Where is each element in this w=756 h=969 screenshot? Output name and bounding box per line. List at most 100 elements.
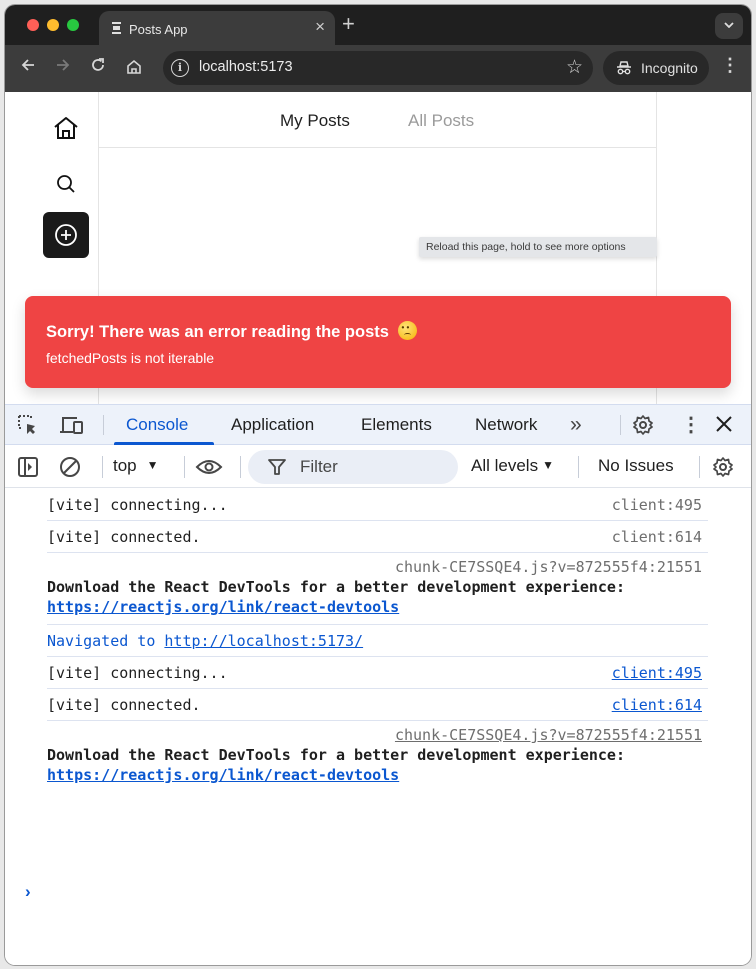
- back-button[interactable]: [17, 57, 39, 78]
- context-value: top: [113, 456, 137, 475]
- sidebar-item-search[interactable]: [43, 161, 89, 207]
- filter-input[interactable]: [300, 450, 450, 484]
- message-text: [vite] connected.: [47, 696, 201, 714]
- browser-tab[interactable]: Posts App ×: [99, 11, 335, 45]
- live-expression-eye-icon[interactable]: [195, 458, 223, 481]
- filter-funnel-icon: [268, 458, 286, 481]
- console-message: [vite] connected. client:614: [47, 521, 708, 553]
- tab-strip: Posts App × +: [5, 5, 751, 45]
- devtools-link[interactable]: https://reactjs.org/link/react-devtools: [47, 766, 399, 784]
- devtools-menu-icon[interactable]: ⋮: [681, 412, 701, 437]
- console-log: [vite] connecting... client:495 [vite] c…: [5, 489, 751, 901]
- divider: [102, 456, 103, 478]
- favicon-icon: [112, 22, 121, 34]
- settings-gear-icon[interactable]: [632, 414, 654, 441]
- message-text: [vite] connecting...: [47, 664, 228, 682]
- caret-down-icon: ▼: [146, 458, 159, 472]
- message-text: Download the React DevTools for a better…: [47, 746, 625, 764]
- inspect-element-icon[interactable]: [17, 414, 39, 441]
- devtools-tab-elements[interactable]: Elements: [361, 415, 432, 435]
- console-prompt[interactable]: ›: [25, 882, 31, 902]
- issues-counter[interactable]: No Issues: [598, 456, 674, 476]
- message-text: [vite] connecting...: [47, 496, 228, 514]
- console-message: chunk-CE7SSQE4.js?v=872555f4:21551 Downl…: [47, 721, 708, 793]
- device-toolbar-icon[interactable]: [59, 415, 85, 440]
- browser-window: Posts App × + i localhost:5173 ☆ Incogni…: [5, 5, 751, 965]
- message-text: [vite] connected.: [47, 528, 201, 546]
- error-alert: Sorry! There was an error reading the po…: [25, 296, 731, 388]
- devtools-panel: Console Application Elements Network » ⋮: [5, 404, 751, 965]
- close-tab-icon[interactable]: ×: [315, 17, 325, 37]
- error-title-text: Sorry! There was an error reading the po…: [46, 323, 389, 341]
- tab-search-button[interactable]: [715, 13, 743, 39]
- bookmark-star-icon[interactable]: ☆: [566, 56, 583, 79]
- console-filter[interactable]: [248, 450, 458, 484]
- sidebar-toggle-icon[interactable]: [17, 456, 39, 483]
- message-source[interactable]: client:495: [612, 496, 702, 514]
- tab-my-posts[interactable]: My Posts: [280, 111, 350, 131]
- message-source[interactable]: chunk-CE7SSQE4.js?v=872555f4:21551: [395, 558, 702, 576]
- maximize-window-button[interactable]: [67, 19, 79, 31]
- devtools-tab-network[interactable]: Network: [475, 415, 537, 435]
- arrow-left-icon: [21, 59, 34, 71]
- divider: [620, 415, 621, 435]
- browser-toolbar: i localhost:5173 ☆ Incognito ⋮: [5, 45, 751, 92]
- devtools-tab-console[interactable]: Console: [126, 415, 188, 435]
- url-text[interactable]: localhost:5173: [199, 59, 293, 75]
- devtools-tabbar: Console Application Elements Network » ⋮: [5, 405, 751, 445]
- clear-console-icon[interactable]: [59, 456, 81, 483]
- divider: [240, 456, 241, 478]
- devtools-link[interactable]: https://reactjs.org/link/react-devtools: [47, 598, 399, 616]
- message-source-link[interactable]: client:614: [612, 696, 702, 714]
- active-tab-indicator: [114, 442, 214, 445]
- incognito-badge[interactable]: Incognito: [603, 51, 709, 85]
- context-selector[interactable]: top ▼: [113, 456, 159, 476]
- divider: [699, 456, 700, 478]
- browser-menu-icon[interactable]: ⋮: [721, 55, 739, 76]
- close-devtools-icon[interactable]: [715, 415, 733, 438]
- tab-title: Posts App: [129, 22, 188, 37]
- nav-link[interactable]: http://localhost:5173/: [164, 632, 363, 650]
- reload-button[interactable]: [87, 57, 109, 78]
- forward-button[interactable]: [52, 57, 74, 78]
- home-button[interactable]: [123, 59, 145, 80]
- error-message: fetchedPosts is not iterable: [46, 350, 215, 366]
- divider: [103, 415, 104, 435]
- sidebar-item-create-post[interactable]: [43, 212, 89, 258]
- posts-tabs: My Posts All Posts: [99, 92, 657, 148]
- reload-tooltip: Reload this page, hold to see more optio…: [419, 237, 657, 257]
- devtools-tab-application[interactable]: Application: [231, 415, 314, 435]
- caret-down-icon: ▼: [542, 458, 554, 472]
- log-levels-dropdown[interactable]: All levels ▼: [471, 456, 554, 476]
- address-bar[interactable]: i localhost:5173 ☆: [163, 51, 593, 85]
- message-text: Download the React DevTools for a better…: [47, 578, 625, 596]
- close-window-button[interactable]: [27, 19, 39, 31]
- arrow-right-icon: [57, 59, 70, 71]
- sidebar-item-home[interactable]: [43, 105, 89, 151]
- home-icon: [54, 117, 78, 139]
- console-settings-gear-icon[interactable]: [712, 456, 734, 483]
- home-icon: [127, 59, 141, 74]
- message-source-link[interactable]: chunk-CE7SSQE4.js?v=872555f4:21551: [395, 726, 702, 744]
- console-message: [vite] connected. client:614: [47, 689, 708, 721]
- chevron-down-icon: [724, 22, 734, 29]
- divider: [578, 456, 579, 478]
- search-icon: [57, 175, 75, 193]
- tab-all-posts[interactable]: All Posts: [408, 111, 474, 131]
- message-source[interactable]: client:614: [612, 528, 702, 546]
- message-text: Navigated to http://localhost:5173/: [47, 632, 363, 650]
- console-message: [vite] connecting... client:495: [47, 657, 708, 689]
- message-source-link[interactable]: client:495: [612, 664, 702, 682]
- more-tabs-icon[interactable]: »: [570, 413, 582, 437]
- new-tab-button[interactable]: +: [342, 11, 355, 37]
- console-filter-bar: top ▼ All levels▼ No Issues: [5, 446, 751, 488]
- console-message: chunk-CE7SSQE4.js?v=872555f4:21551 Downl…: [47, 553, 708, 625]
- navigation-message: Navigated to http://localhost:5173/: [47, 625, 708, 657]
- console-message: [vite] connecting... client:495: [47, 489, 708, 521]
- site-info-icon[interactable]: i: [171, 59, 189, 77]
- plus-circle-icon: [55, 224, 77, 246]
- error-title: Sorry! There was an error reading the po…: [46, 321, 417, 342]
- incognito-icon: [617, 61, 631, 75]
- reload-icon: [92, 58, 104, 71]
- minimize-window-button[interactable]: [47, 19, 59, 31]
